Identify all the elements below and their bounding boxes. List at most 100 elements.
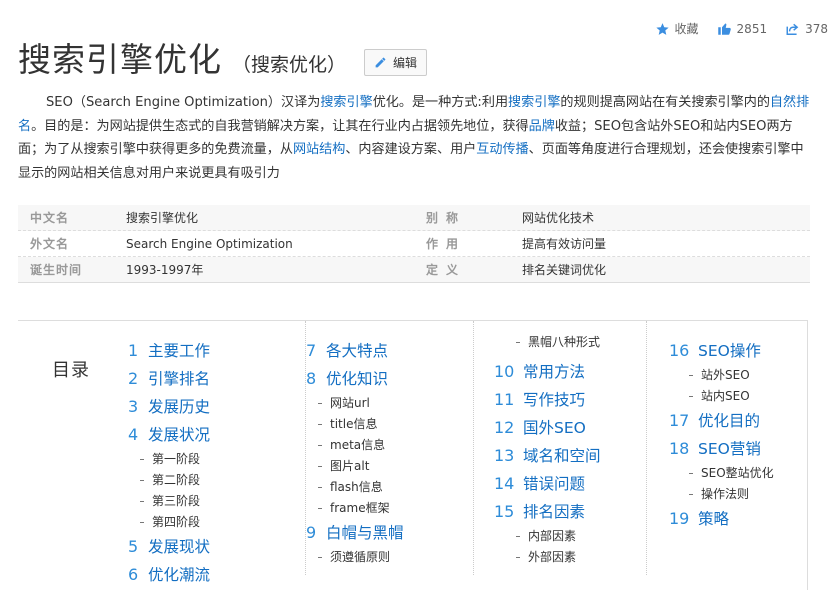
bullet-icon [140, 480, 144, 481]
bullet-icon [318, 557, 322, 558]
toc-item[interactable]: 3 发展历史 [128, 393, 210, 421]
toc-subitem[interactable]: 内部因素 [494, 526, 601, 547]
bullet-icon [140, 459, 144, 460]
toc-item[interactable]: 7 各大特点 [306, 337, 404, 365]
info-value: 提高有效访问量 [522, 237, 607, 251]
toc-title: 优化知识 [326, 370, 389, 388]
toc-item[interactable]: 8 优化知识 [306, 365, 404, 393]
link-brand[interactable]: 品牌 [529, 119, 555, 134]
toc-number: 18 [669, 439, 690, 458]
bullet-icon [689, 375, 693, 376]
edit-button[interactable]: 编辑 [364, 49, 428, 76]
toc-number: 6 [128, 565, 139, 584]
toc-subitem[interactable]: SEO整站优化 [669, 463, 774, 484]
toc-title: 引擎排名 [148, 370, 211, 388]
toc-subtitle: 第二阶段 [152, 473, 201, 487]
toc-item[interactable]: 19 策略 [669, 505, 774, 533]
toc-item[interactable]: 14 错误问题 [494, 470, 601, 498]
toc-subtitle: 站内SEO [701, 389, 750, 403]
info-key: 定义 [426, 263, 467, 277]
like-count: 2851 [736, 21, 768, 36]
toc-number: 16 [669, 341, 690, 360]
toc-subitem[interactable]: frame框架 [306, 498, 404, 519]
edit-label: 编辑 [393, 56, 418, 70]
toc-number: 9 [306, 523, 317, 542]
toc-number: 4 [128, 425, 139, 444]
toc-subitem[interactable]: title信息 [306, 414, 404, 435]
toc-subitem[interactable]: 站外SEO [669, 365, 774, 386]
toc-column: 1 主要工作 2 引擎排名 3 发展历史 4 发展状况 第一阶段 第二阶段 第三阶段 第… [128, 337, 210, 589]
toc-subitem[interactable]: 外部因素 [494, 547, 601, 568]
favorite-button[interactable]: 收藏 [655, 20, 699, 37]
link-site-structure[interactable]: 网站结构 [293, 142, 345, 157]
toc-number: 1 [128, 341, 139, 360]
toc-subitem[interactable]: 须遵循原则 [306, 547, 404, 568]
star-icon [655, 22, 669, 35]
toc-title: 排名因素 [523, 503, 586, 521]
toc-item[interactable]: 13 域名和空间 [494, 442, 601, 470]
basic-info-table: 中文名 搜索引擎优化 别称 网站优化技术 外文名 Search Engine O… [18, 205, 810, 283]
toc-subitem[interactable]: 第二阶段 [128, 470, 210, 491]
toc-subtitle: title信息 [330, 417, 378, 431]
like-button[interactable]: 2851 [717, 21, 768, 36]
toc-title: 主要工作 [148, 342, 211, 360]
toc-subitem[interactable]: 图片alt [306, 456, 404, 477]
toc-title: SEO营销 [698, 440, 761, 458]
toc-subitem[interactable]: 黑帽八种形式 [494, 332, 601, 353]
toc-item[interactable]: 12 国外SEO [494, 414, 601, 442]
info-row: 外文名 Search Engine Optimization 作用 提高有效访问… [18, 231, 810, 257]
toc-subitem[interactable]: meta信息 [306, 435, 404, 456]
toc-column: 7 各大特点 8 优化知识 网站url title信息 meta信息 图片alt f… [305, 321, 404, 575]
bullet-icon [318, 487, 322, 488]
toc-subitem[interactable]: 第四阶段 [128, 512, 210, 533]
toc-subitem[interactable]: 操作法则 [669, 484, 774, 505]
toc-number: 15 [494, 502, 515, 521]
toc-number: 5 [128, 537, 139, 556]
toc-title: 发展状况 [148, 426, 211, 444]
toc-title: 策略 [698, 510, 730, 528]
toc-item[interactable]: 10 常用方法 [494, 358, 601, 386]
summary-text: 。目的是：为网站提供生态式的自我营销解决方案，让其在行业内占据领先地位，获得 [31, 118, 529, 134]
link-interactive-spread[interactable]: 互动传播 [476, 142, 528, 157]
toc-number: 17 [669, 411, 690, 430]
toc-subtitle: 第一阶段 [152, 452, 201, 466]
toc-item[interactable]: 16 SEO操作 [669, 337, 774, 365]
link-search-engine[interactable]: 搜索引擎 [320, 95, 372, 110]
toc-subitem[interactable]: 网站url [306, 393, 404, 414]
toc-title: 写作技巧 [523, 391, 586, 409]
bullet-icon [318, 445, 322, 446]
link-search-engine-2[interactable]: 搜索引擎 [508, 95, 560, 110]
toc-item[interactable]: 4 发展状况 [128, 421, 210, 449]
toc-title: 优化目的 [698, 412, 761, 430]
info-key: 别称 [426, 211, 467, 225]
summary-text: 的规则提高网站在有关搜索引擎内的 [560, 95, 770, 110]
toc-number: 19 [669, 509, 690, 528]
toc-number: 3 [128, 397, 139, 416]
thumbs-up-icon [717, 23, 731, 35]
share-button[interactable]: 378 [785, 22, 828, 36]
info-row: 诞生时间 1993-1997年 定义 排名关键词优化 [18, 257, 810, 283]
toc-subitem[interactable]: 第一阶段 [128, 449, 210, 470]
toc-column: 黑帽八种形式 10 常用方法 11 写作技巧 12 国外SEO 13 域名和空间 14 错… [473, 321, 601, 575]
toc-item[interactable]: 17 优化目的 [669, 407, 774, 435]
toc-subitem[interactable]: 站内SEO [669, 386, 774, 407]
info-value: 1993-1997年 [126, 263, 204, 277]
toc-item[interactable]: 1 主要工作 [128, 337, 210, 365]
toc-item[interactable]: 2 引擎排名 [128, 365, 210, 393]
toc-subitem[interactable]: 第三阶段 [128, 491, 210, 512]
info-key: 外文名 [30, 237, 70, 251]
toc-subtitle: meta信息 [330, 438, 386, 452]
action-bar: 收藏 2851 378 [655, 20, 828, 37]
toc-item[interactable]: 15 排名因素 [494, 498, 601, 526]
toc-title: 常用方法 [523, 363, 586, 381]
bullet-icon [516, 342, 520, 343]
toc-item[interactable]: 18 SEO营销 [669, 435, 774, 463]
toc-subitem[interactable]: flash信息 [306, 477, 404, 498]
toc-title: SEO操作 [698, 342, 761, 360]
toc-item[interactable]: 11 写作技巧 [494, 386, 601, 414]
toc-item[interactable]: 6 优化潮流 [128, 561, 210, 589]
toc-item[interactable]: 5 发展现状 [128, 533, 210, 561]
bullet-icon [318, 424, 322, 425]
summary-text: 优化。是一种方式:利用 [372, 95, 509, 110]
toc-item[interactable]: 9 白帽与黑帽 [306, 519, 404, 547]
